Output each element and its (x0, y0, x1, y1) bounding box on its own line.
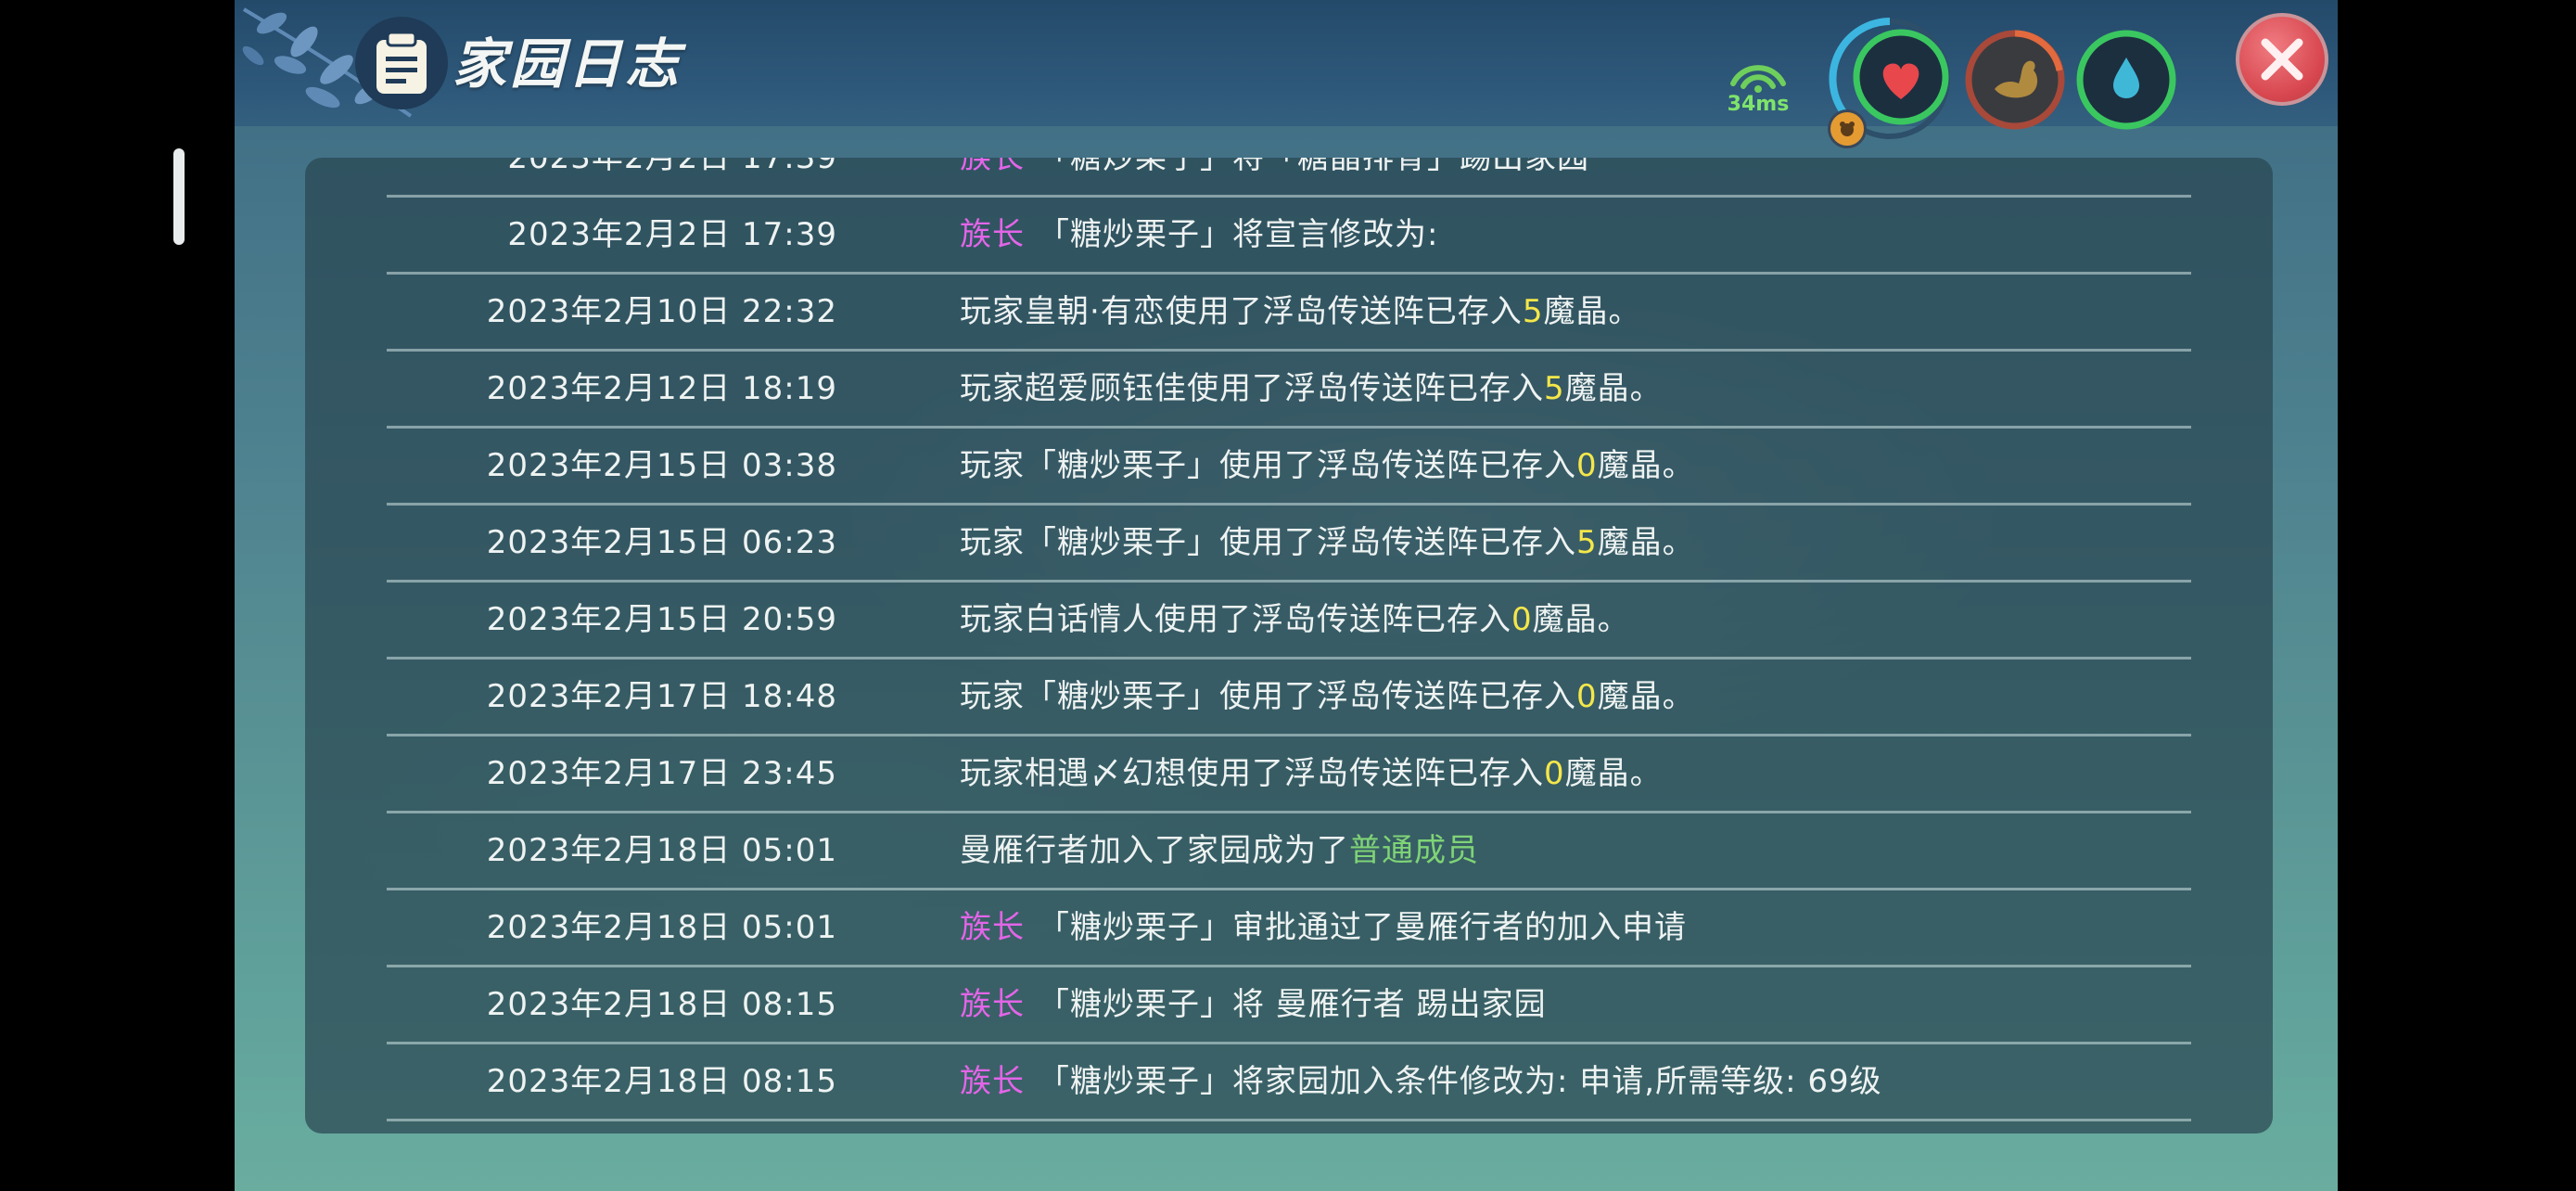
log-date: 2023年2月17日 18:48 (486, 678, 837, 715)
elder-tag: 族长 (960, 216, 1025, 253)
message-suffix: 魔晶。 (1532, 601, 1630, 638)
elder-tag: 族长 (960, 158, 1025, 176)
log-row: 2023年2月12日 18:19 玩家超爱顾钰佳使用了浮岛传送阵已存入5魔晶。 (387, 352, 2191, 429)
log-row: 2023年2月18日 08:15 族长 「糖炒栗子」将 曼雁行者 踢出家园 (387, 967, 2191, 1044)
header-bar: 家园日志 34ms (235, 0, 2338, 148)
elder-tag: 族长 (960, 1063, 1025, 1100)
pet-badge-icon (1828, 109, 1867, 148)
message-text: 玩家相遇〆幻想使用了浮岛传送阵已存入 (960, 755, 1544, 792)
log-row: 2023年2月10日 22:32 玩家皇朝·有恋使用了浮岛传送阵已存入5魔晶。 (387, 275, 2191, 352)
crystal-amount: 5 (1544, 370, 1565, 407)
ping-value: 34ms (1727, 93, 1790, 116)
side-handle[interactable] (173, 148, 185, 245)
message-suffix: 魔晶。 (1597, 524, 1695, 561)
message-text: 玩家「糖炒栗子」使用了浮岛传送阵已存入 (960, 524, 1576, 561)
log-date: 2023年2月2日 17:39 (507, 158, 837, 176)
strength-gauge[interactable] (1959, 24, 2071, 135)
message-text: 「糖炒栗子」将宣言修改为: (1038, 216, 1439, 253)
message-text: 玩家「糖炒栗子」使用了浮岛传送阵已存入 (960, 678, 1576, 715)
log-date: 2023年2月18日 08:15 (486, 1063, 837, 1100)
log-message: 玩家「糖炒栗子」使用了浮岛传送阵已存入0魔晶。 (960, 660, 1695, 734)
log-row: 2023年2月18日 08:15 族长 「糖炒栗子」将家园加入条件修改为: 申请,所… (387, 1044, 2191, 1121)
message-suffix: 魔晶。 (1564, 755, 1663, 792)
message-text: 曼雁行者加入了家园成为了 (960, 832, 1349, 869)
message-suffix: 魔晶。 (1564, 370, 1663, 407)
water-gauge[interactable] (2071, 24, 2182, 135)
log-message: 玩家超爱顾钰佳使用了浮岛传送阵已存入5魔晶。 (960, 352, 1663, 426)
log-panel[interactable]: 2023年2月2日 17:39 族长 「糖炒栗子」将「糖晶排骨」踢出家园 2023年2… (305, 158, 2273, 1133)
log-message: 族长 「糖炒栗子」将 曼雁行者 踢出家园 (960, 967, 1547, 1042)
log-row: 2023年2月2日 17:39 族长 「糖炒栗子」将「糖晶排骨」踢出家园 (387, 158, 2191, 198)
crystal-amount: 0 (1576, 678, 1598, 715)
message-text: 玩家「糖炒栗子」使用了浮岛传送阵已存入 (960, 447, 1576, 484)
message-suffix: 魔晶。 (1543, 293, 1641, 330)
log-row: 2023年2月2日 17:39 族长 「糖炒栗子」将宣言修改为: (387, 198, 2191, 275)
close-icon (2261, 38, 2303, 81)
notepad-icon (355, 17, 448, 109)
message-text: 「糖炒栗子」将 曼雁行者 踢出家园 (1038, 986, 1547, 1023)
log-row: 2023年2月17日 18:48 玩家「糖炒栗子」使用了浮岛传送阵已存入0魔晶。 (387, 660, 2191, 736)
message-text: 「糖炒栗子」审批通过了曼雁行者的加入申请 (1038, 909, 1687, 946)
log-date: 2023年2月15日 06:23 (486, 524, 837, 561)
log-date: 2023年2月17日 23:45 (486, 755, 837, 792)
message-text: 「糖炒栗子」将「糖晶排骨」踢出家园 (1038, 158, 1589, 176)
log-message: 曼雁行者加入了家园成为了普通成员 (960, 813, 1479, 888)
game-window: 家园日志 34ms 2023年2月2日 17:39 族长 「糖炒栗子」将「糖晶排… (235, 0, 2338, 1191)
member-role: 普通成员 (1349, 832, 1479, 869)
log-row: 2023年2月17日 23:45 玩家相遇〆幻想使用了浮岛传送阵已存入0魔晶。 (387, 736, 2191, 813)
message-text: 「糖炒栗子」将家园加入条件修改为: 申请,所需等级: 69级 (1038, 1063, 1882, 1100)
message-text: 玩家皇朝·有恋使用了浮岛传送阵已存入 (960, 293, 1523, 330)
log-message: 族长 「糖炒栗子」将宣言修改为: (960, 198, 1438, 272)
message-text: 玩家超爱顾钰佳使用了浮岛传送阵已存入 (960, 370, 1544, 407)
log-message: 玩家「糖炒栗子」使用了浮岛传送阵已存入5魔晶。 (960, 506, 1695, 580)
log-message: 玩家皇朝·有恋使用了浮岛传送阵已存入5魔晶。 (960, 275, 1640, 349)
log-message: 族长 「糖炒栗子」将「糖晶排骨」踢出家园 (960, 158, 1589, 195)
log-row: 2023年2月15日 06:23 玩家「糖炒栗子」使用了浮岛传送阵已存入5魔晶。 (387, 506, 2191, 583)
elder-tag: 族长 (960, 909, 1025, 946)
crystal-amount: 5 (1522, 293, 1544, 330)
network-status: 34ms (1716, 56, 1800, 121)
log-date: 2023年2月15日 03:38 (486, 447, 837, 484)
log-message: 族长 「糖炒栗子」将家园加入条件修改为: 申请,所需等级: 69级 (960, 1044, 1882, 1119)
wifi-signal-icon (1730, 65, 1786, 93)
elder-tag: 族长 (960, 986, 1025, 1023)
log-date: 2023年2月10日 22:32 (486, 293, 837, 330)
message-suffix: 魔晶。 (1597, 447, 1695, 484)
log-date: 2023年2月18日 05:01 (486, 909, 837, 946)
log-row: 2023年2月18日 05:01 曼雁行者加入了家园成为了普通成员 (387, 813, 2191, 890)
log-date: 2023年2月12日 18:19 (486, 370, 837, 407)
log-date: 2023年2月18日 08:15 (486, 986, 837, 1023)
log-row: 2023年2月15日 20:59 玩家白话情人使用了浮岛传送阵已存入0魔晶。 (387, 583, 2191, 660)
log-row: 2023年2月15日 03:38 玩家「糖炒栗子」使用了浮岛传送阵已存入0魔晶。 (387, 429, 2191, 506)
log-message: 玩家白话情人使用了浮岛传送阵已存入0魔晶。 (960, 583, 1630, 657)
crystal-amount: 0 (1544, 755, 1565, 792)
page-title: 家园日志 (453, 32, 683, 96)
crystal-amount: 0 (1576, 447, 1598, 484)
log-message: 玩家相遇〆幻想使用了浮岛传送阵已存入0魔晶。 (960, 736, 1663, 811)
log-message: 族长 「糖炒栗子」审批通过了曼雁行者的加入申请 (960, 890, 1687, 965)
close-button[interactable] (2236, 13, 2328, 106)
message-suffix: 魔晶。 (1597, 678, 1695, 715)
log-date: 2023年2月18日 05:01 (486, 832, 837, 869)
log-date: 2023年2月2日 17:39 (507, 216, 837, 253)
log-row: 2023年2月18日 05:01 族长 「糖炒栗子」审批通过了曼雁行者的加入申请 (387, 890, 2191, 967)
log-list[interactable]: 2023年2月2日 17:39 族长 「糖炒栗子」将「糖晶排骨」踢出家园 2023年2… (305, 158, 2273, 1121)
message-text: 玩家白话情人使用了浮岛传送阵已存入 (960, 601, 1511, 638)
crystal-amount: 5 (1576, 524, 1598, 561)
crystal-amount: 0 (1511, 601, 1533, 638)
log-date: 2023年2月15日 20:59 (486, 601, 837, 638)
log-message: 玩家「糖炒栗子」使用了浮岛传送阵已存入0魔晶。 (960, 429, 1695, 503)
